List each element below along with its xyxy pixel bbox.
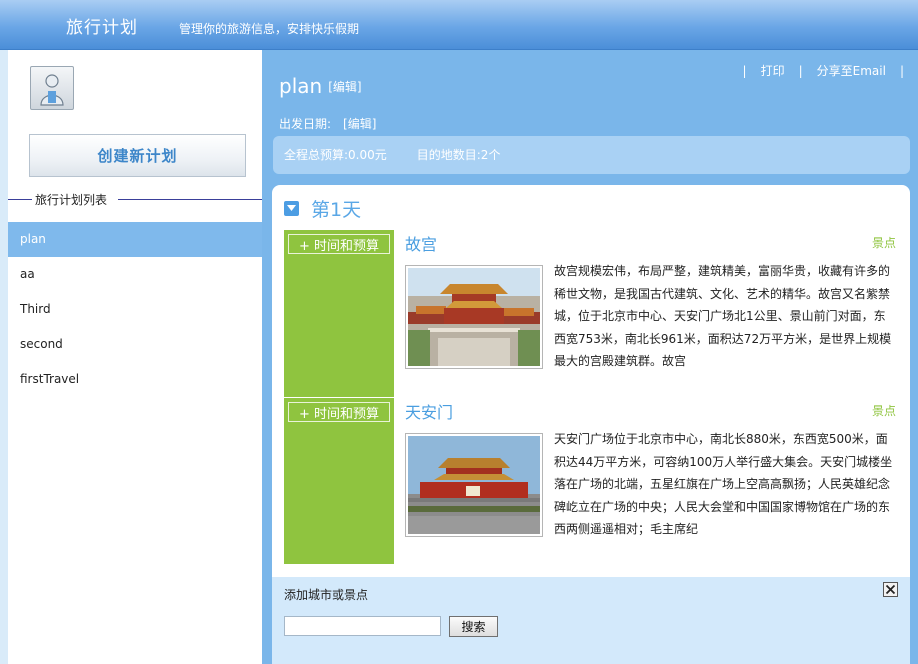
tiananmen-photo [408,436,540,534]
spot-type-label: 景点 [871,404,896,418]
share-email-link[interactable]: 分享至Email [817,64,886,78]
edit-depart-date-link[interactable]: [编辑] [343,117,376,131]
spot-photo[interactable] [405,433,543,537]
close-icon[interactable] [883,582,898,597]
spot-name-link[interactable]: 故宫 [405,231,437,255]
spot-time-budget-column: + 时间和预算 [284,398,394,564]
plan-list-item[interactable]: aa [8,257,262,292]
divider [118,199,262,200]
plan-list-item[interactable]: plan [8,222,262,257]
print-link[interactable]: 打印 [761,64,785,78]
avatar[interactable] [30,66,74,110]
plan-summary-bar: 全程总预算:0.00元 目的地数目:2个 [273,136,910,174]
search-button[interactable]: 搜索 [449,616,498,637]
plan-list-item[interactable]: Third [8,292,262,327]
user-icon [40,74,64,106]
spot-card: + 时间和预算 故宫 景点 故宫规模宏伟，布局严整，建筑精美，富丽华贵，收藏有许… [284,230,896,397]
add-destination-title: 添加城市或景点 [284,588,369,602]
plan-detail: plan [编辑] | 打印 | 分享至Email | 出发日期: [编辑] 全程总预算:0… [262,50,918,664]
add-destination-panel: 添加城市或景点 搜索 [272,577,910,664]
plan-title: plan [编辑] [279,74,362,98]
sidebar: 创建新计划 旅行计划列表 plan aa Third second firstT… [8,50,262,664]
spot-photo[interactable] [405,265,543,369]
spot-time-budget-column: + 时间和预算 [284,230,394,397]
app-title: 旅行计划 [66,18,138,38]
spot-description: 故宫规模宏伟，布局严整，建筑精美，富丽华贵，收藏有许多的稀世文物，是我国古代建筑… [554,264,892,368]
itinerary-panel: 第1天 + 时间和预算 故宫 景点 故宫规模宏伟，布局严整，建筑精美，富丽华贵，… [272,185,910,577]
plan-list-item[interactable]: second [8,327,262,362]
divider [8,199,32,200]
depart-date-label: 出发日期: [279,117,332,131]
plan-name: plan [279,74,323,98]
search-input[interactable] [284,616,441,636]
collapse-toggle-icon[interactable] [284,200,299,216]
add-time-budget-button[interactable]: + 时间和预算 [288,402,390,422]
edit-plan-name-link[interactable]: [编辑] [328,80,361,94]
separator: | [742,64,747,78]
plan-list-label: 旅行计划列表 [35,193,108,207]
day-header: 第1天 [284,197,362,221]
separator: | [899,64,904,78]
plan-actions: | 打印 | 分享至Email | [729,62,904,79]
spot-type-label: 景点 [871,236,896,250]
add-time-budget-button[interactable]: + 时间和预算 [288,234,390,254]
plan-list-title: 旅行计划列表 [8,190,262,208]
spot-name-link[interactable]: 天安门 [405,399,453,423]
total-budget: 全程总预算:0.00元 [284,148,387,162]
app-subtitle: 管理你的旅游信息，安排快乐假期 [179,22,360,36]
day-title: 第1天 [311,198,362,221]
depart-date-row: 出发日期: [编辑] [279,115,376,132]
plan-list: plan aa Third second firstTravel [8,222,262,397]
spot-description: 天安门广场位于北京市中心，南北长880米，东西宽500米，面积达44万平方米，可… [554,432,893,536]
create-plan-button[interactable]: 创建新计划 [29,134,246,177]
destination-count: 目的地数目:2个 [416,148,501,162]
app-header: 旅行计划 管理你的旅游信息，安排快乐假期 [0,0,918,50]
spot-card: + 时间和预算 天安门 景点 天安门广场位于北京市中心，南北长880米，东西宽5… [284,398,896,564]
separator: | [798,64,803,78]
plan-list-item[interactable]: firstTravel [8,362,262,397]
palace-photo [408,268,540,366]
